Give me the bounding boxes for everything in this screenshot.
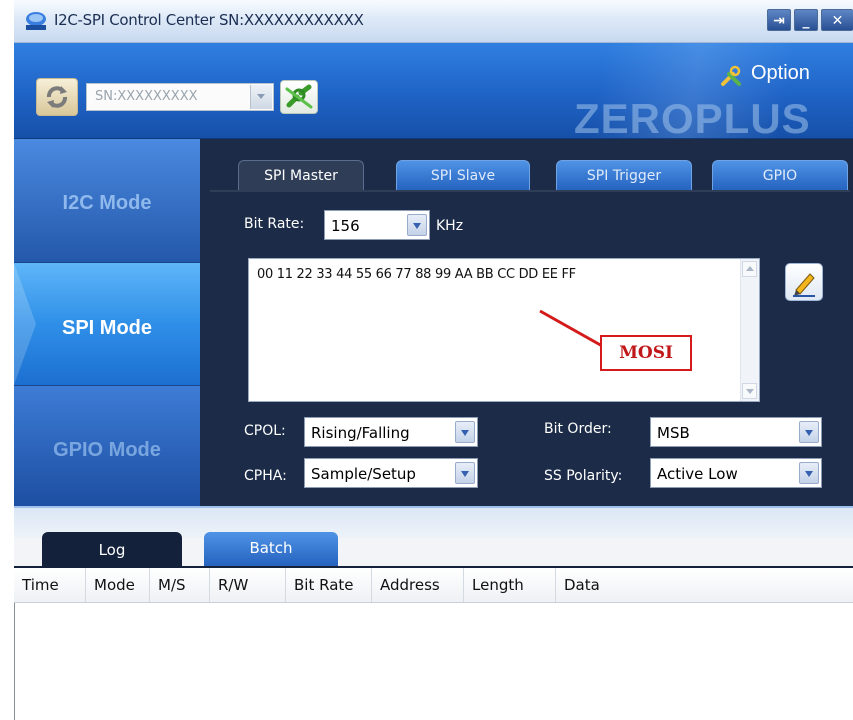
column-header-ms[interactable]: M/S [150, 568, 210, 602]
tab-log[interactable]: Log [42, 532, 182, 566]
tab-spi-trigger[interactable]: SPI Trigger [556, 160, 692, 190]
mosi-data-text: 00 11 22 33 44 55 66 77 88 99 AA BB CC D… [257, 267, 576, 282]
disconnect-button[interactable] [280, 80, 318, 114]
close-button[interactable]: ✕ [821, 9, 853, 31]
column-header-data[interactable]: Data [556, 568, 853, 602]
bit-order-label: Bit Order: [544, 421, 612, 437]
bit-rate-unit: KHz [436, 218, 464, 234]
column-header-mode[interactable]: Mode [86, 568, 150, 602]
mode-sidebar: I2C Mode SPI Mode GPIO Mode [14, 139, 200, 506]
tab-underline [210, 190, 850, 192]
tools-icon [721, 65, 741, 86]
tab-label: GPIO [762, 168, 798, 184]
cpha-value: Sample/Setup [311, 465, 416, 483]
scroll-up-icon[interactable] [742, 261, 757, 277]
mosi-data-textarea[interactable]: 00 11 22 33 44 55 66 77 88 99 AA BB CC D… [248, 258, 760, 402]
sidebar-item-label: SPI Mode [61, 317, 152, 339]
option-label: Option [751, 62, 810, 84]
bit-rate-label: Bit Rate: [244, 216, 305, 232]
column-header-bit-rate[interactable]: Bit Rate [286, 568, 372, 602]
sidebar-item-label: GPIO Mode [53, 439, 161, 461]
tab-label: SPI Slave [430, 168, 496, 184]
ss-polarity-value: Active Low [657, 465, 738, 483]
window-title: I2C-SPI Control Center SN:XXXXXXXXXXXX [54, 11, 364, 29]
pin-icon: ⇥ [773, 13, 785, 29]
column-header-time[interactable]: Time [14, 568, 86, 602]
chevron-down-icon [407, 214, 427, 236]
disconnect-plug-icon [285, 84, 313, 109]
sidebar-item-i2c-mode[interactable]: I2C Mode [14, 139, 200, 263]
pencil-icon [793, 273, 815, 297]
tab-label: Batch [249, 539, 293, 557]
app-window: I2C-SPI Control Center SN:XXXXXXXXXXXX ⇥… [14, 0, 853, 720]
log-table-header: Time Mode M/S R/W Bit Rate Address Lengt… [14, 568, 853, 603]
serial-number-value: SN:XXXXXXXXX [95, 89, 198, 104]
tab-label: SPI Trigger [586, 168, 662, 184]
log-table-body[interactable] [14, 603, 853, 720]
column-header-length[interactable]: Length [464, 568, 556, 602]
tab-label: SPI Master [264, 168, 338, 184]
bit-rate-value: 156 [331, 217, 360, 235]
cpha-label: CPHA: [244, 468, 287, 484]
active-indicator [14, 263, 36, 385]
tab-gpio[interactable]: GPIO [712, 160, 848, 190]
sidebar-item-label: I2C Mode [62, 192, 152, 214]
mosi-annotation-label: MOSI [600, 335, 692, 371]
ss-polarity-label: SS Polarity: [544, 468, 623, 484]
cpol-value: Rising/Falling [311, 424, 410, 442]
ss-polarity-select[interactable]: Active Low [650, 458, 822, 488]
tab-batch[interactable]: Batch [204, 532, 338, 566]
tab-spi-master[interactable]: SPI Master [238, 160, 364, 190]
serial-number-select[interactable]: SN:XXXXXXXXX [86, 83, 274, 111]
app-logo-icon [26, 12, 46, 30]
sidebar-item-spi-mode[interactable]: SPI Mode [14, 263, 200, 385]
chevron-down-icon [250, 85, 272, 109]
mosi-scrollbar[interactable] [740, 259, 759, 401]
sidebar-item-gpio-mode[interactable]: GPIO Mode [14, 385, 200, 506]
cpha-select[interactable]: Sample/Setup [304, 458, 478, 488]
chevron-down-icon [799, 462, 819, 484]
edit-data-button[interactable] [785, 263, 823, 301]
cpol-label: CPOL: [244, 423, 286, 439]
refresh-icon [47, 86, 67, 108]
close-icon: ✕ [831, 13, 844, 29]
minimize-button[interactable]: _ [794, 9, 818, 31]
scroll-down-icon[interactable] [742, 383, 757, 399]
chevron-down-icon [455, 462, 475, 484]
chevron-down-icon [455, 421, 475, 443]
cpol-select[interactable]: Rising/Falling [304, 417, 478, 447]
column-header-rw[interactable]: R/W [210, 568, 286, 602]
bit-order-value: MSB [657, 424, 690, 442]
tab-spi-slave[interactable]: SPI Slave [396, 160, 530, 190]
title-bar: I2C-SPI Control Center SN:XXXXXXXXXXXX ⇥… [14, 0, 853, 43]
spi-master-panel: SPI Master SPI Slave SPI Trigger GPIO Bi… [200, 139, 853, 506]
minimize-icon: _ [802, 13, 810, 29]
column-header-address[interactable]: Address [372, 568, 464, 602]
tab-label: Log [98, 541, 126, 559]
brand-watermark: ZEROPLUS [574, 95, 811, 142]
bit-rate-select[interactable]: 156 [324, 210, 430, 240]
bit-order-select[interactable]: MSB [650, 417, 822, 447]
pin-button[interactable]: ⇥ [767, 9, 791, 31]
refresh-button[interactable] [36, 78, 78, 116]
chevron-down-icon [799, 421, 819, 443]
